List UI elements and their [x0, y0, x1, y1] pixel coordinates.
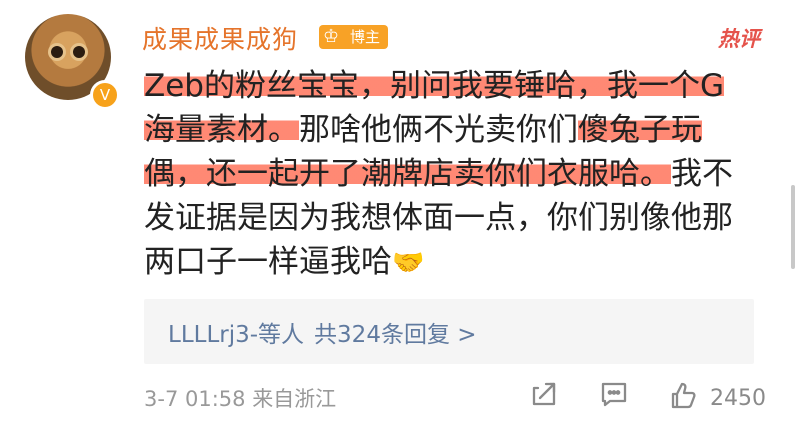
author-name[interactable]: 成果成果成狗	[142, 20, 298, 56]
like-icon[interactable]	[669, 380, 699, 417]
handshake-emoji: 🤝	[392, 248, 425, 278]
replies-users[interactable]: LLLLrj3-等人	[168, 322, 304, 348]
comment-meta: 3-7 01:58 来自浙江	[144, 383, 336, 413]
timestamp: 3-7 01:58	[144, 387, 246, 411]
comment-content: Zeb的粉丝宝宝，别问我要锤哈，我一个G海量素材。那啥他俩不光卖你们傻兔子玩偶，…	[144, 64, 754, 285]
replies-count[interactable]: 共324条回复 >	[314, 322, 476, 348]
blogger-badge-label: 博主	[350, 28, 381, 46]
comment-segment: 那啥他俩不光卖你们	[299, 112, 578, 148]
replies-preview[interactable]: LLLLrj3-等人 共324条回复 >	[144, 299, 754, 364]
v-verified-icon: V	[90, 80, 120, 110]
share-icon[interactable]	[530, 380, 558, 415]
hot-comment-label: 热评	[718, 27, 760, 51]
scrollbar[interactable]	[791, 185, 795, 269]
blogger-badge: ♔ 博主	[319, 25, 389, 49]
location: 来自浙江	[252, 387, 337, 411]
crown-icon: ♔	[323, 26, 340, 47]
like-count[interactable]: 2450	[710, 386, 766, 411]
comment-icon[interactable]	[599, 380, 629, 415]
